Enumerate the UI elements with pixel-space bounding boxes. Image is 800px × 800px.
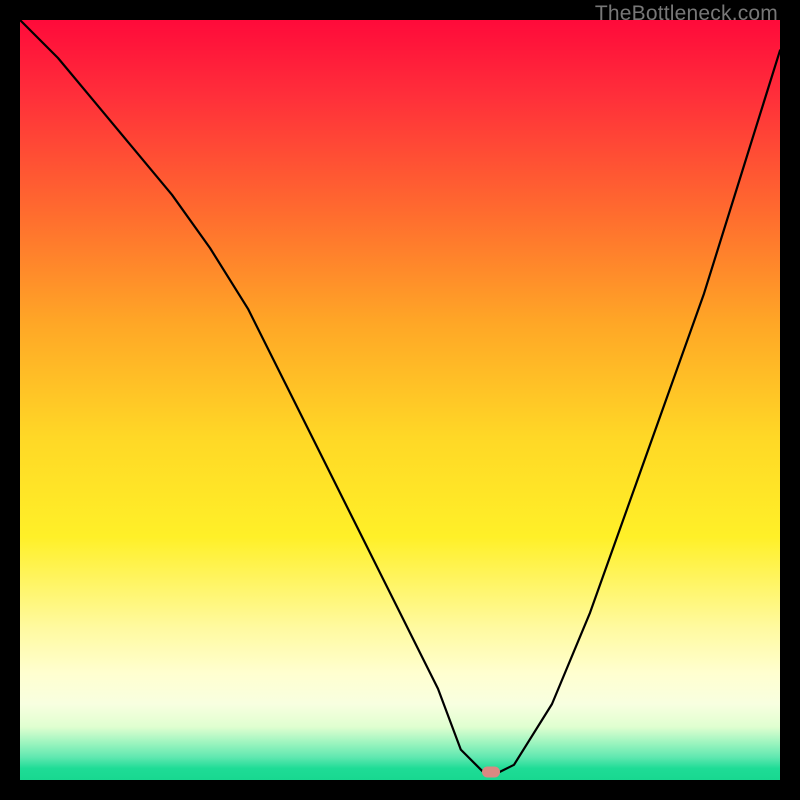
plot-area bbox=[20, 20, 780, 780]
bottleneck-curve bbox=[20, 20, 780, 780]
optimal-marker-icon bbox=[482, 767, 500, 778]
chart-frame: TheBottleneck.com bbox=[0, 0, 800, 800]
